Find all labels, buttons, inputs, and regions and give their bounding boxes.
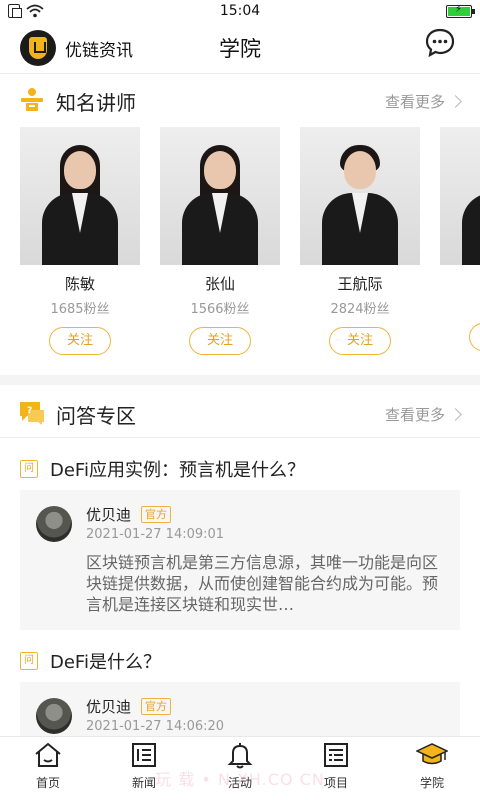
chevron-right-icon: [449, 95, 462, 108]
lecturer-fans: 1685粉丝: [50, 302, 110, 317]
qa-title: 问答专区: [56, 404, 136, 428]
svg-text:?: ?: [27, 406, 32, 416]
page-title: 学院: [219, 37, 261, 61]
tab-news[interactable]: 新闻: [96, 741, 192, 797]
lecturer-photo: [20, 127, 140, 265]
tab-label: 首页: [35, 776, 60, 790]
lecturers-title: 知名讲师: [56, 91, 136, 115]
tab-label: 学院: [419, 776, 444, 790]
lecturers-more-link[interactable]: 查看更多: [384, 91, 462, 112]
lecturer-card[interactable]: 陈敏 1685粉丝 关注: [20, 127, 140, 355]
tab-academy[interactable]: 学院: [384, 741, 480, 797]
message-icon[interactable]: [425, 28, 455, 58]
answer-username: 优贝迪: [86, 506, 132, 524]
battery-icon: ⚡: [446, 4, 475, 18]
follow-button[interactable]: 关注: [329, 327, 391, 355]
answer-user: 优贝迪 官方: [86, 696, 172, 717]
lecturers-section-header: 知名讲师 查看更多: [0, 75, 480, 125]
news-icon: [132, 743, 156, 767]
tab-projects[interactable]: 项目: [288, 741, 384, 797]
answer-text: 区块链预言机是第三方信息源，其唯一功能是向区块链提供数据，从而使创建智能合约成为…: [86, 553, 439, 614]
status-time: 15:04: [219, 3, 261, 19]
avatar: [36, 698, 72, 734]
lecturer-carousel[interactable]: 陈敏 1685粉丝 关注 张仙 1566粉丝 关注 王航际 2824粉丝 关注 …: [20, 127, 480, 363]
lecturer-name: 陈敏: [64, 275, 95, 293]
answer-username: 优贝迪: [86, 698, 132, 716]
question-badge: 问: [20, 652, 38, 670]
lecturer-podium-icon: [21, 88, 43, 111]
app-screen: 15:04 ⚡ 优链资讯 学院 知名讲师 查看更多 陈敏 1685粉丝 关注 张…: [0, 0, 480, 800]
avatar: [36, 506, 72, 542]
section-divider: [0, 375, 480, 385]
lecturer-photo: [300, 127, 420, 265]
question-title[interactable]: 问 DeFi是什么？: [20, 648, 161, 674]
answer-timestamp: 2021-01-27 14:06:20: [86, 719, 225, 734]
tab-label: 项目: [323, 776, 348, 790]
tab-home[interactable]: 首页: [0, 741, 96, 797]
tab-label: 活动: [227, 776, 252, 790]
question-text: DeFi是什么？: [50, 652, 161, 673]
bottom-tab-bar: 首页 新闻 活动 项目 学院: [0, 736, 480, 800]
lecturer-fans: 2824粉丝: [330, 302, 390, 317]
question-badge: 问: [20, 460, 38, 478]
lecturer-name: 李: [440, 273, 480, 294]
lecturer-fans: 36: [440, 298, 480, 313]
lecturer-photo: [160, 127, 280, 265]
lecturer-name: 王航际: [337, 275, 383, 293]
follow-button[interactable]: 关注: [189, 327, 251, 355]
qa-more-link[interactable]: 查看更多: [384, 404, 462, 425]
graduation-cap-icon: [416, 743, 448, 765]
question-title[interactable]: 问 DeFi应用实例：预言机是什么？: [20, 456, 305, 482]
chevron-right-icon: [449, 408, 462, 421]
official-badge: 官方: [141, 506, 172, 523]
tab-events[interactable]: 活动: [192, 741, 288, 797]
more-label: 查看更多: [384, 406, 445, 424]
tab-label: 新闻: [131, 776, 156, 790]
project-icon: [324, 743, 348, 767]
question-text: DeFi应用实例：预言机是什么？: [50, 460, 305, 481]
follow-button[interactable]: 关注: [49, 327, 111, 355]
lecturer-card[interactable]: 张仙 1566粉丝 关注: [160, 127, 280, 355]
lecturer-name: 张仙: [204, 275, 235, 293]
answer-timestamp: 2021-01-27 14:09:01: [86, 527, 225, 542]
lecturer-photo: [440, 127, 480, 265]
more-label: 查看更多: [384, 93, 445, 111]
lecturer-fans: 1566粉丝: [190, 302, 250, 317]
qa-chat-icon: ?: [20, 402, 44, 425]
follow-button[interactable]: 关注: [469, 323, 480, 351]
bell-icon: [227, 743, 253, 769]
lecturer-card[interactable]: 李 36 关注: [440, 127, 480, 351]
app-header: 优链资讯 学院: [0, 24, 480, 74]
answer-card[interactable]: 优贝迪 官方 2021-01-27 14:09:01 区块链预言机是第三方信息源…: [20, 490, 460, 630]
lecturer-card[interactable]: 王航际 2824粉丝 关注: [300, 127, 420, 355]
answer-user: 优贝迪 官方: [86, 504, 172, 525]
status-bar: 15:04 ⚡: [0, 0, 480, 24]
home-icon: [35, 742, 61, 767]
official-badge: 官方: [141, 698, 172, 715]
qa-section-header: ? 问答专区 查看更多: [0, 388, 480, 438]
